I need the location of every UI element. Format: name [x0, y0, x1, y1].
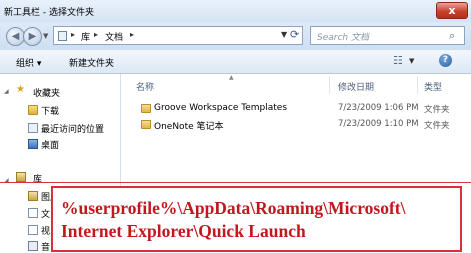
sort-ascending-icon: ▲ — [229, 74, 234, 81]
organize-button[interactable]: 组织 ▾ — [16, 56, 41, 69]
breadcrumb-library[interactable]: 库 — [81, 30, 90, 43]
forward-arrow-icon: ▶ — [28, 31, 37, 42]
file-name: OneNote 笔记本 — [154, 122, 224, 132]
new-folder-button[interactable]: 新建文件夹 — [69, 56, 114, 69]
list-item[interactable]: OneNote 笔记本 7/23/2009 1:10 PM 文件夹 — [121, 118, 471, 132]
nav-item-favorites[interactable]: 收藏夹 — [33, 86, 60, 99]
collapse-favorites-icon[interactable]: ◢ — [4, 88, 9, 95]
help-icon[interactable]: ? — [439, 54, 452, 67]
videos-icon — [28, 225, 38, 235]
close-icon: x — [448, 4, 456, 17]
search-placeholder: Search 文档 — [317, 33, 369, 43]
favorites-star-icon: ★ — [16, 84, 25, 95]
documents-icon — [28, 208, 38, 218]
path-callout: %userprofile%\AppData\Roaming\Microsoft\… — [51, 186, 462, 252]
nav-item-documents[interactable]: 文 — [41, 207, 50, 220]
folder-icon — [141, 104, 151, 113]
column-divider[interactable] — [417, 76, 418, 94]
column-header-date[interactable]: 修改日期 — [338, 80, 374, 93]
callout-path-line-2: Internet Explorer\Quick Launch — [61, 221, 306, 241]
column-header-type[interactable]: 类型 — [424, 80, 442, 93]
recent-places-icon — [28, 123, 38, 133]
desktop-icon — [28, 139, 38, 149]
breadcrumb-documents[interactable]: 文档 — [105, 30, 123, 43]
address-bar[interactable]: ▸ 库 ▸ 文档 ▸ ▼ ⟳ — [53, 26, 303, 45]
nav-item-libraries[interactable]: 库 — [33, 172, 42, 185]
list-item[interactable]: Groove Workspace Templates 7/23/2009 1:0… — [121, 102, 471, 116]
nav-item-videos[interactable]: 视 — [41, 224, 50, 237]
command-toolbar: 组织 ▾ 新建文件夹 ☷ ▼ ? — [0, 50, 471, 74]
recent-pages-dropdown-icon[interactable]: ▼ — [43, 32, 48, 40]
column-divider[interactable] — [329, 76, 330, 94]
change-view-icon[interactable]: ☷ — [393, 54, 403, 67]
nav-item-desktop[interactable]: 桌面 — [41, 138, 59, 151]
callout-path-line-1: %userprofile%\AppData\Roaming\Microsoft\ — [61, 198, 406, 218]
search-input[interactable]: Search 文档 ⌕ — [310, 26, 465, 45]
library-crumb-icon — [58, 31, 67, 41]
column-name-label: 名称 — [136, 83, 155, 93]
nav-item-recent-places[interactable]: 最近访问的位置 — [41, 122, 104, 135]
close-button[interactable]: x — [436, 2, 468, 19]
breadcrumb-separator-icon[interactable]: ▸ — [130, 30, 134, 39]
annotation-line — [0, 182, 471, 183]
forward-button[interactable]: ▶ — [23, 27, 42, 46]
title-bar: 新工具栏 - 选择文件夹 x — [0, 0, 471, 22]
file-date: 7/23/2009 1:10 PM — [338, 119, 419, 129]
search-icon[interactable]: ⌕ — [449, 29, 455, 43]
window-title: 新工具栏 - 选择文件夹 — [4, 8, 94, 18]
nav-item-downloads[interactable]: 下载 — [41, 104, 59, 117]
refresh-icon[interactable]: ⟳ — [290, 28, 299, 41]
file-date: 7/23/2009 1:06 PM — [338, 103, 419, 113]
breadcrumb-separator-icon[interactable]: ▸ — [94, 30, 98, 39]
file-name: Groove Workspace Templates — [154, 103, 288, 113]
address-dropdown-icon[interactable]: ▼ — [281, 30, 287, 39]
breadcrumb-separator-icon[interactable]: ▸ — [71, 30, 75, 39]
pictures-icon — [28, 191, 38, 201]
back-arrow-icon: ◀ — [11, 31, 20, 42]
folder-icon — [141, 120, 151, 129]
library-icon — [16, 172, 26, 182]
view-dropdown-icon[interactable]: ▼ — [409, 57, 414, 65]
nav-item-music[interactable]: 音 — [41, 240, 50, 253]
file-type: 文件夹 — [424, 105, 450, 115]
download-folder-icon — [28, 105, 38, 115]
address-row: ◀ ▶ ▼ ▸ 库 ▸ 文档 ▸ ▼ ⟳ Search 文档 ⌕ — [0, 22, 471, 50]
music-icon — [28, 241, 38, 251]
file-type: 文件夹 — [424, 121, 450, 131]
